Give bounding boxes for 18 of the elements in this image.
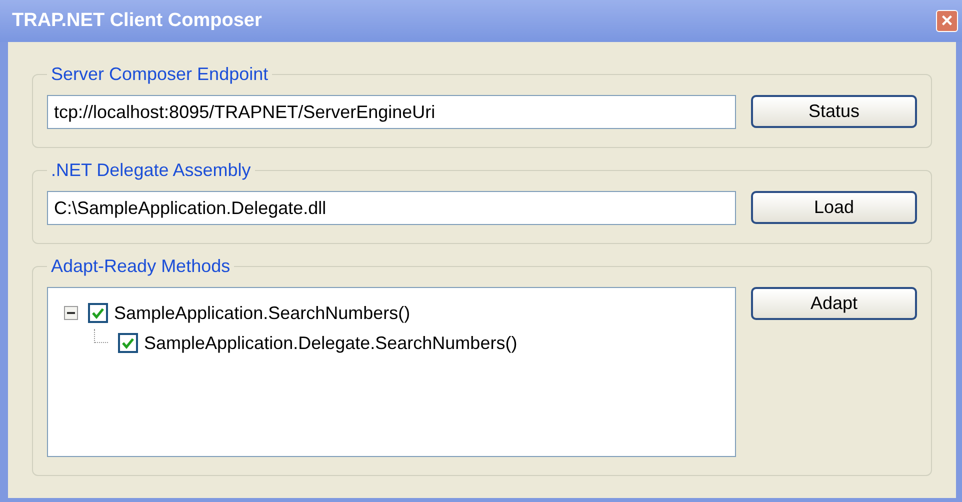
group-title: Server Composer Endpoint: [50, 64, 270, 85]
checkbox[interactable]: [88, 303, 108, 323]
checkbox[interactable]: [118, 333, 138, 353]
group-title: Adapt-Ready Methods: [50, 256, 232, 277]
check-icon: [91, 306, 105, 320]
tree-view[interactable]: SampleApplication.SearchNumbers() SampleApplication.Delegate.SearchNumbers(): [47, 287, 736, 457]
tree-line: [94, 329, 108, 343]
input-field[interactable]: C:\SampleApplication.Delegate.dll: [47, 191, 736, 225]
action-button[interactable]: Status: [751, 95, 917, 128]
tree-item[interactable]: SampleApplication.SearchNumbers(): [114, 302, 410, 324]
input-field[interactable]: tcp://localhost:8095/TRAPNET/ServerEngineUri: [47, 95, 736, 129]
tree-item[interactable]: SampleApplication.Delegate.SearchNumbers(): [144, 332, 518, 354]
collapse-icon[interactable]: [64, 306, 78, 320]
check-icon: [121, 336, 135, 350]
window-title: TRAP.NET Client Composer: [12, 10, 262, 32]
action-button[interactable]: Load: [751, 191, 917, 224]
action-button[interactable]: Adapt: [751, 287, 917, 320]
group-title: .NET Delegate Assembly: [50, 160, 252, 181]
